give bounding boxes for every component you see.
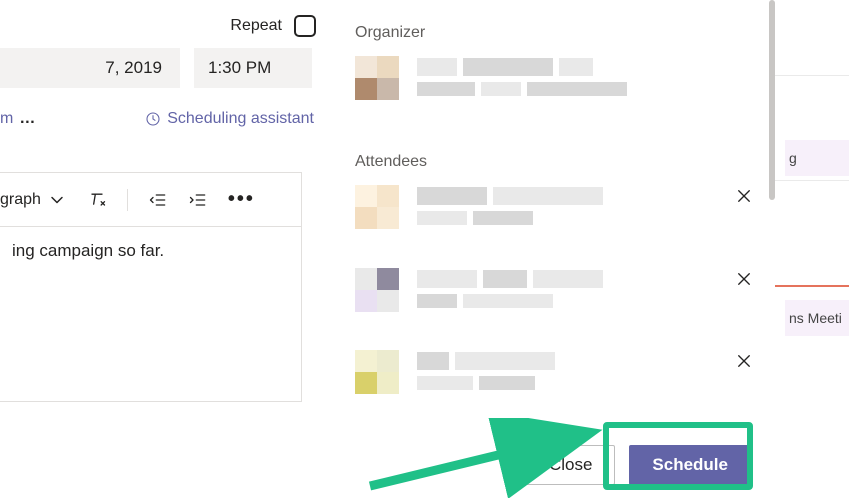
toolbar-separator (127, 189, 128, 211)
remove-attendee-button[interactable] (733, 185, 755, 207)
location-overflow-icon[interactable]: … (19, 110, 37, 128)
chevron-down-icon (47, 190, 67, 210)
attendee-row (355, 350, 755, 394)
attendee-redacted-name (417, 185, 603, 225)
clear-format-icon (87, 190, 107, 210)
schedule-button[interactable]: Schedule (629, 445, 751, 485)
close-icon (735, 187, 753, 205)
clear-formatting-button[interactable] (87, 190, 107, 210)
outdent-button[interactable] (148, 190, 168, 210)
remove-attendee-button[interactable] (733, 268, 755, 290)
scheduling-assistant-link[interactable]: Scheduling assistant (145, 110, 314, 128)
close-icon (735, 270, 753, 288)
more-icon: ••• (228, 188, 255, 211)
paragraph-style-dropdown[interactable]: graph (0, 190, 67, 210)
toolbar-more-button[interactable]: ••• (228, 188, 255, 211)
description-textarea[interactable]: ing campaign so far. (0, 227, 301, 275)
calendar-now-indicator (775, 285, 849, 287)
clock-icon (145, 111, 161, 127)
avatar (355, 185, 399, 229)
calendar-event-fragment: g (785, 140, 849, 176)
organizer-row (355, 56, 755, 100)
scheduling-assistant-label: Scheduling assistant (167, 110, 314, 128)
repeat-checkbox[interactable] (294, 15, 316, 37)
description-editor: graph ••• ing campaign so far. (0, 172, 302, 402)
organizer-section-label: Organizer (355, 24, 425, 42)
close-icon (735, 352, 753, 370)
avatar (355, 56, 399, 100)
attendee-redacted-name (417, 268, 603, 308)
close-button[interactable]: Close (526, 445, 615, 485)
organizer-redacted-name (417, 56, 627, 96)
avatar (355, 350, 399, 394)
modal-scrollbar[interactable] (769, 0, 775, 200)
indent-icon (188, 190, 208, 210)
editor-toolbar: graph ••• (0, 173, 301, 227)
repeat-row: Repeat (0, 15, 316, 37)
location-fragment: m (0, 110, 13, 128)
meeting-scheduler-window: g ns Meeti Repeat 7, 2019 1:30 PM m … Sc… (0, 0, 849, 502)
calendar-background-slice: g ns Meeti (775, 0, 849, 502)
repeat-label: Repeat (230, 17, 282, 35)
indent-button[interactable] (188, 190, 208, 210)
calendar-event-fragment: ns Meeti (785, 300, 849, 336)
avatar (355, 268, 399, 312)
calendar-gridline (775, 75, 849, 76)
calendar-gridline (775, 180, 849, 181)
dialog-footer: Close Schedule (0, 427, 775, 502)
location-assistant-row: m … Scheduling assistant (0, 110, 316, 128)
remove-attendee-button[interactable] (733, 350, 755, 372)
outdent-icon (148, 190, 168, 210)
end-time-field[interactable]: 1:30 PM (194, 48, 312, 88)
paragraph-style-label: graph (0, 191, 41, 209)
attendees-section-label: Attendees (355, 153, 427, 171)
end-datetime-row: 7, 2019 1:30 PM (0, 48, 312, 88)
attendee-redacted-name (417, 350, 555, 390)
attendee-row (355, 268, 755, 312)
attendee-row (355, 185, 755, 229)
end-date-field[interactable]: 7, 2019 (0, 48, 180, 88)
